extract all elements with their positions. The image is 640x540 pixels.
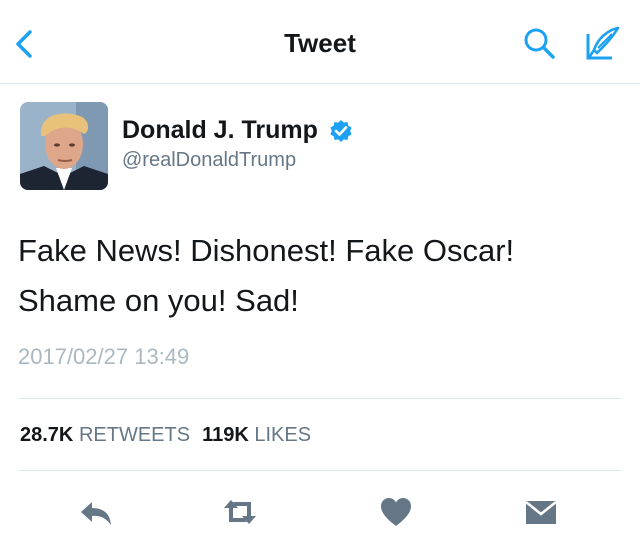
tweet-text: Fake News! Dishonest! Fake Oscar! Shame …	[18, 226, 618, 326]
likes-count: 119K	[202, 424, 249, 446]
nav-bar: Tweet	[0, 0, 640, 84]
retweet-button[interactable]	[222, 494, 258, 530]
heart-icon	[381, 498, 411, 526]
verified-badge	[329, 119, 353, 143]
compose-icon	[586, 26, 620, 60]
like-button[interactable]	[378, 494, 414, 530]
reply-button[interactable]	[78, 494, 114, 530]
direct-message-button[interactable]	[523, 494, 559, 530]
retweets-count: 28.7K	[20, 424, 74, 446]
search-button[interactable]	[522, 26, 556, 60]
retweet-icon	[224, 500, 256, 524]
author-name[interactable]: Donald J. Trump	[122, 116, 318, 145]
avatar[interactable]	[20, 102, 108, 190]
likes-stat[interactable]: 119K LIKES	[202, 424, 311, 446]
tweet-text-line: Shame on you! Sad!	[18, 283, 299, 318]
divider	[18, 398, 622, 399]
retweets-stat[interactable]: 28.7K RETWEETS	[20, 424, 190, 446]
tweet-stats: 28.7K RETWEETS 119K LIKES	[20, 424, 311, 447]
likes-label: LIKES	[254, 424, 312, 446]
verified-badge-icon	[330, 120, 352, 142]
profile-photo	[20, 102, 108, 190]
tweet-timestamp: 2017/02/27 13:49	[18, 344, 190, 369]
tweet-text-line: Fake News! Dishonest! Fake Oscar!	[18, 233, 515, 268]
reply-icon	[81, 502, 111, 525]
compose-button[interactable]	[584, 24, 622, 62]
divider	[18, 470, 622, 471]
search-icon	[524, 28, 555, 59]
envelope-icon	[525, 500, 557, 524]
author-handle[interactable]: @realDonaldTrump	[122, 149, 296, 172]
retweets-label: RETWEETS	[78, 424, 191, 446]
